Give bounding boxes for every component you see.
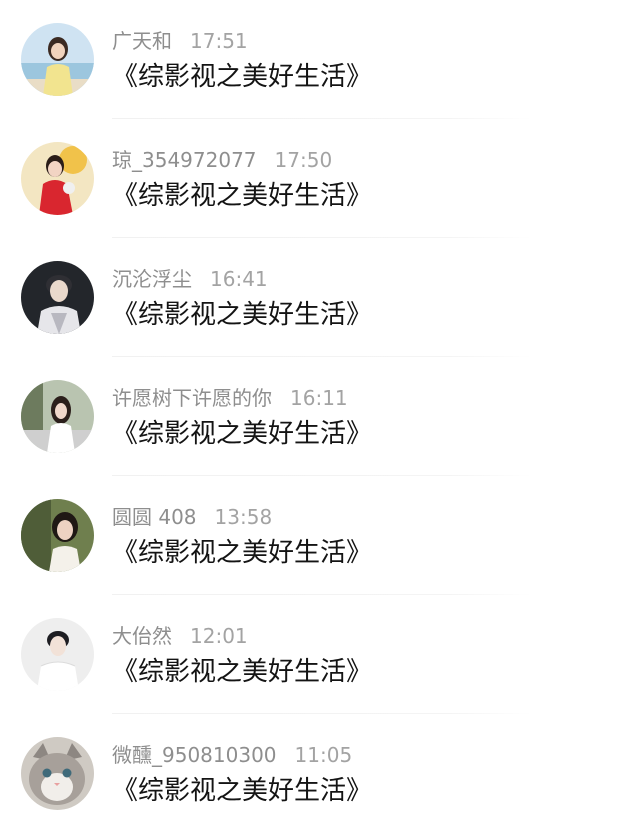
avatar-beach-girl-image [21,23,94,96]
timestamp: 16:41 [210,267,268,291]
comment-text: 《综影视之美好生活》 [112,181,373,211]
username-link[interactable]: 许愿树下许愿的你 [112,386,272,410]
timestamp: 17:50 [274,148,333,172]
comment-meta: 许愿树下许愿的你 16:11 [112,385,348,411]
timestamp: 17:51 [190,29,248,53]
username-link[interactable]: 广天和 [112,29,172,53]
comment-item[interactable]: 琼_354972077 17:50 《综影视之美好生活》 [0,119,640,238]
avatar[interactable] [21,261,94,334]
comment-item[interactable]: 许愿树下许愿的你 16:11 《综影视之美好生活》 [0,357,640,476]
username-link[interactable]: 沉沦浮尘 [112,267,192,291]
avatar-red-dress-woman-image [21,142,94,215]
avatar[interactable] [21,499,94,572]
comment-text: 《综影视之美好生活》 [112,776,373,806]
timestamp: 16:11 [290,386,348,410]
comment-meta: 琼_354972077 17:50 [112,147,332,173]
username-link[interactable]: 大佁然 [112,624,172,648]
timestamp: 13:58 [214,505,273,529]
comment-meta: 广天和 17:51 [112,28,248,54]
timestamp: 12:01 [190,624,248,648]
avatar[interactable] [21,142,94,215]
timestamp: 11:05 [294,743,353,767]
comment-item[interactable]: 广天和 17:51 《综影视之美好生活》 [0,0,640,119]
avatar[interactable] [21,380,94,453]
avatar[interactable] [21,737,94,810]
comment-item[interactable]: 微醺_950810300 11:05 《综影视之美好生活》 [0,714,640,827]
username-link[interactable]: 微醺_950810300 [112,743,277,767]
avatar[interactable] [21,23,94,96]
comment-meta: 沉沦浮尘 16:41 [112,266,268,292]
comment-meta: 大佁然 12:01 [112,623,248,649]
comment-meta: 微醺_950810300 11:05 [112,742,352,768]
comment-list: 广天和 17:51 《综影视之美好生活》 琼_354972077 17:50 《综影… [0,0,640,827]
comment-text: 《综影视之美好生活》 [112,538,373,568]
avatar-white-shirt-man-image [21,618,94,691]
comment-text: 《综影视之美好生活》 [112,300,373,330]
avatar-street-girl-image [21,380,94,453]
username-link[interactable]: 琼_354972077 [112,148,257,172]
comment-text: 《综影视之美好生活》 [112,419,373,449]
comment-text: 《综影视之美好生活》 [112,62,373,92]
comment-meta: 圆圆 408 13:58 [112,504,272,530]
comment-item[interactable]: 圆圆 408 13:58 《综影视之美好生活》 [0,476,640,595]
avatar[interactable] [21,618,94,691]
avatar-young-man-image [21,261,94,334]
username-link[interactable]: 圆圆 408 [112,505,197,529]
avatar-cat-image [21,737,94,810]
comment-item[interactable]: 大佁然 12:01 《综影视之美好生活》 [0,595,640,714]
comment-text: 《综影视之美好生活》 [112,657,373,687]
comment-item[interactable]: 沉沦浮尘 16:41 《综影视之美好生活》 [0,238,640,357]
avatar-forest-woman-image [21,499,94,572]
